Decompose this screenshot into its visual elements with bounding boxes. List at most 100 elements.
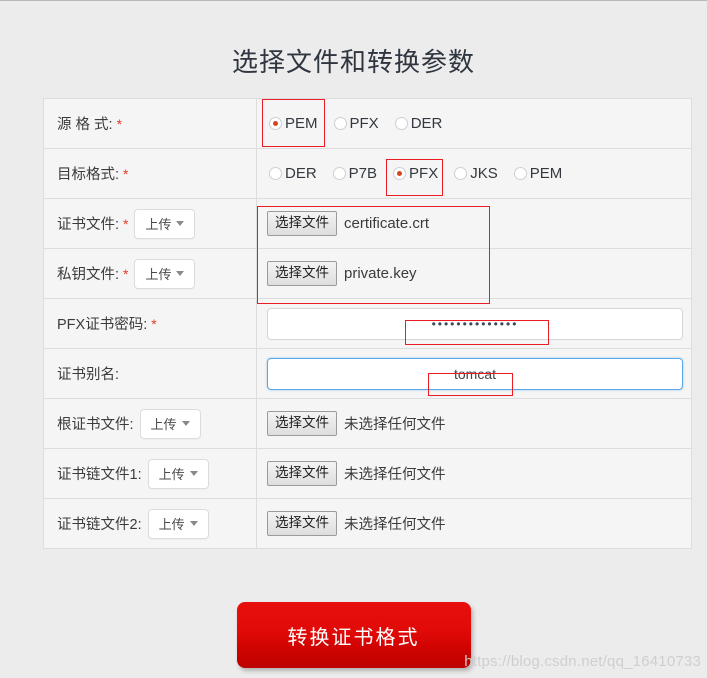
chevron-down-icon [189,521,198,526]
radio-dot-icon [393,167,407,180]
file-name-label: private.key [344,265,417,282]
upload-label: 上传 [145,267,172,282]
upload-label: 上传 [158,467,185,482]
choose-file-button[interactable]: 选择文件 [267,461,337,486]
required-asterisk: * [116,115,123,132]
label-certificate-file: 证书文件: * 上传 [44,199,257,248]
upload-dropdown-chain-2[interactable]: 上传 [147,508,209,539]
radio-source-der[interactable]: DER [393,113,445,134]
radio-source-pfx[interactable]: PFX [332,113,381,134]
file-name-label: 未选择任何文件 [344,467,446,483]
file-name-label: 未选择任何文件 [344,517,446,533]
radio-dot-icon [269,117,282,130]
password-value: •••••••••••••• [431,316,519,331]
field-private-key-file: 选择文件 private.key [257,249,691,298]
chevron-down-icon [176,221,185,226]
chevron-down-icon [189,471,198,476]
radio-target-p7b[interactable]: P7B [331,163,379,184]
form-row-private-key-file: 私钥文件: * 上传 选择文件 private.key [44,249,691,299]
label-chain-file-2: 证书链文件2: 上传 [44,499,257,548]
field-pfx-password: •••••••••••••• [257,299,691,348]
radio-dot-icon [394,117,408,130]
radio-dot-icon [332,167,346,180]
label-certificate-alias: 证书别名: [44,349,257,398]
required-asterisk: * [123,265,129,282]
radio-target-der[interactable]: DER [267,163,319,184]
radio-dot-icon [333,117,347,130]
file-name-label: certificate.crt [344,215,430,232]
file-name-label: 未选择任何文件 [344,417,446,433]
choose-file-button[interactable]: 选择文件 [267,261,337,286]
upload-dropdown-root-certificate[interactable]: 上传 [139,408,201,439]
form-row-chain-file-1: 证书链文件1: 上传 选择文件 未选择任何文件 [44,449,691,499]
field-chain-file-2: 选择文件 未选择任何文件 [257,499,691,548]
label-text: 源 格 式: [57,117,113,133]
choose-file-button[interactable]: 选择文件 [267,211,337,236]
field-target-format: DER P7B PFX JKS PEM [257,149,691,198]
convert-certificate-button[interactable]: 转换证书格式 [236,602,471,668]
form-row-source-format: 源 格 式: * PEM PFX DER [44,99,691,149]
upload-dropdown-chain-1[interactable]: 上传 [147,458,209,489]
required-asterisk: * [123,215,129,232]
radio-dot-icon [454,167,468,180]
label-pfx-password: PFX证书密码: * [44,299,257,348]
radio-target-pfx[interactable]: PFX [391,163,440,184]
label-text: 证书链文件2: [57,517,142,533]
certificate-alias-input[interactable]: tomcat [267,357,683,390]
radio-group-source-format: PEM PFX DER [267,113,444,134]
file-input-private-key[interactable]: 选择文件 private.key [267,261,417,286]
form-row-chain-file-2: 证书链文件2: 上传 选择文件 未选择任何文件 [44,499,691,549]
upload-label: 上传 [150,417,177,432]
radio-label: P7B [348,165,378,182]
label-text: 根证书文件: [57,417,134,433]
pfx-password-input[interactable]: •••••••••••••• [267,307,683,340]
label-root-certificate-file: 根证书文件: 上传 [44,399,257,448]
required-asterisk: * [151,315,157,332]
upload-label: 上传 [145,217,172,232]
required-asterisk: * [123,165,129,182]
radio-target-jks[interactable]: JKS [452,163,500,184]
radio-label: PFX [349,115,379,132]
radio-label: JKS [470,165,498,182]
label-target-format: 目标格式: * [44,149,257,198]
radio-dot-icon [269,167,282,180]
upload-label: 上传 [158,517,185,532]
file-input-certificate[interactable]: 选择文件 certificate.crt [267,211,429,236]
page-title: 选择文件和转换参数 [231,47,475,77]
file-input-chain-2[interactable]: 选择文件 未选择任何文件 [267,511,446,536]
file-input-chain-1[interactable]: 选择文件 未选择任何文件 [267,461,446,486]
label-private-key-file: 私钥文件: * 上传 [44,249,257,298]
file-input-root-certificate[interactable]: 选择文件 未选择任何文件 [267,411,446,436]
label-text: 目标格式: [57,167,120,183]
radio-label: DER [410,115,443,132]
watermark-text: https://blog.csdn.net/qq_16410733 [464,653,701,670]
form-row-target-format: 目标格式: * DER P7B PFX JKS PEM [44,149,691,199]
radio-label: DER [285,165,317,182]
radio-label: PEM [529,165,563,182]
field-source-format: PEM PFX DER [257,99,691,148]
upload-dropdown-private-key[interactable]: 上传 [134,258,196,289]
form-row-certificate-alias: 证书别名: tomcat [44,349,691,399]
radio-label: PEM [285,115,318,132]
radio-source-pem[interactable]: PEM [267,113,320,134]
field-root-certificate-file: 选择文件 未选择任何文件 [257,399,691,448]
field-certificate-file: 选择文件 certificate.crt [257,199,691,248]
label-text: 证书链文件1: [57,467,142,483]
chevron-down-icon [176,271,185,276]
field-certificate-alias: tomcat [257,349,691,398]
radio-group-target-format: DER P7B PFX JKS PEM [267,163,564,184]
form-row-pfx-password: PFX证书密码: * •••••••••••••• [44,299,691,349]
label-text: 证书别名: [57,367,120,383]
alias-value: tomcat [453,365,496,382]
label-text: 证书文件: [57,217,120,233]
choose-file-button[interactable]: 选择文件 [267,511,337,536]
radio-target-pem[interactable]: PEM [512,163,565,184]
chevron-down-icon [181,421,190,426]
form-row-root-certificate-file: 根证书文件: 上传 选择文件 未选择任何文件 [44,399,691,449]
radio-dot-icon [513,167,527,180]
field-chain-file-1: 选择文件 未选择任何文件 [257,449,691,498]
choose-file-button[interactable]: 选择文件 [267,411,337,436]
conversion-form-table: 源 格 式: * PEM PFX DER 目标格式: * DER P7B PFX… [43,98,692,549]
label-source-format: 源 格 式: * [44,99,257,148]
upload-dropdown-certificate[interactable]: 上传 [134,208,196,239]
